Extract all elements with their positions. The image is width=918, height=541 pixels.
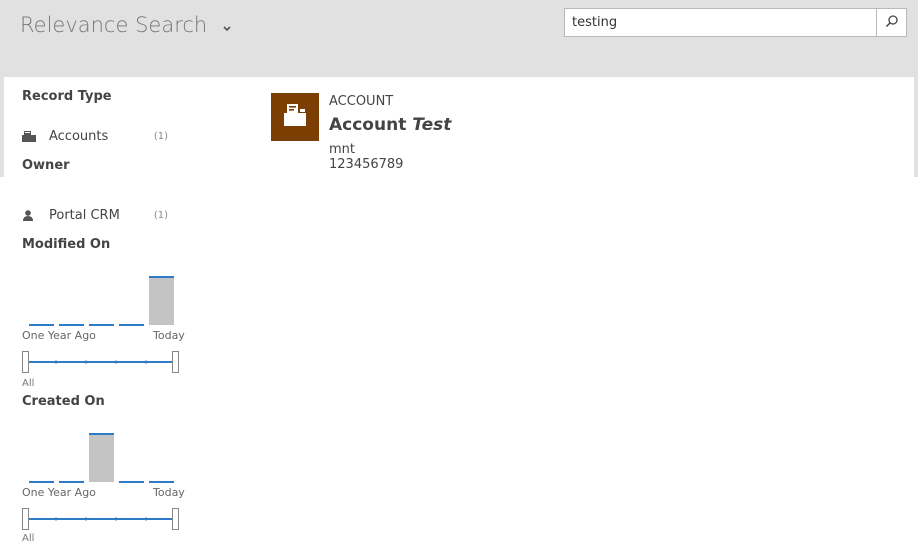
page-title[interactable]: Relevance Search <box>20 13 232 38</box>
facet-item-portal-crm[interactable]: Portal CRM (1) <box>22 208 172 226</box>
created-on-left-label: One Year Ago <box>22 486 96 499</box>
result-field: mnt <box>329 142 355 157</box>
result-name-prefix: Account <box>329 115 407 135</box>
histogram-bar-cap <box>149 276 174 278</box>
account-icon <box>283 103 307 131</box>
slider-handle-end[interactable] <box>172 508 179 530</box>
facet-item-label: Accounts <box>49 129 109 144</box>
user-icon <box>22 210 34 225</box>
header-edge-right <box>914 77 918 177</box>
modified-on-right-label: Today <box>153 329 185 342</box>
chevron-down-icon[interactable] <box>222 14 232 38</box>
created-on-range-slider[interactable] <box>22 508 182 530</box>
facet-heading-record-type: Record Type <box>22 89 112 104</box>
header-edge-left <box>0 77 4 177</box>
histogram-bar-cap <box>29 324 54 326</box>
slider-handle-start[interactable] <box>22 351 29 373</box>
facet-heading-created-on: Created On <box>22 394 105 409</box>
histogram-bar-cap <box>149 481 174 483</box>
search-button[interactable] <box>876 8 907 37</box>
result-type: ACCOUNT <box>329 94 394 109</box>
histogram-bar[interactable] <box>89 434 114 482</box>
search-icon <box>885 13 899 32</box>
result-field: 123456789 <box>329 157 404 172</box>
slider-handle-start[interactable] <box>22 508 29 530</box>
histogram-bar[interactable] <box>149 277 174 325</box>
slider-tick <box>114 517 118 521</box>
facet-item-label: Portal CRM <box>49 208 120 223</box>
facet-item-accounts[interactable]: Accounts (1) <box>22 129 172 147</box>
histogram-bar-cap <box>119 324 144 326</box>
histogram-bar-cap <box>59 481 84 483</box>
histogram-bar-cap <box>119 481 144 483</box>
histogram-bar-cap <box>89 324 114 326</box>
slider-tick <box>144 360 148 364</box>
account-icon <box>22 131 36 146</box>
slider-tick <box>54 360 58 364</box>
slider-handle-end[interactable] <box>172 351 179 373</box>
modified-on-range-label: All <box>22 378 35 389</box>
slider-tick <box>144 517 148 521</box>
search-input[interactable] <box>564 8 877 37</box>
created-on-histogram[interactable] <box>22 431 182 483</box>
modified-on-range-slider[interactable] <box>22 351 182 373</box>
modified-on-left-label: One Year Ago <box>22 329 96 342</box>
facet-heading-modified-on: Modified On <box>22 237 111 252</box>
facet-item-count: (1) <box>153 131 168 142</box>
facet-heading-owner: Owner <box>22 158 70 173</box>
created-on-right-label: Today <box>153 486 185 499</box>
slider-tick <box>114 360 118 364</box>
slider-tick <box>84 517 88 521</box>
result-tile <box>271 93 319 141</box>
page-title-text: Relevance Search <box>20 13 208 37</box>
slider-tick <box>84 360 88 364</box>
result-name[interactable]: Account Test <box>329 115 451 135</box>
histogram-bar-cap <box>89 433 114 435</box>
created-on-range-label: All <box>22 533 35 541</box>
search-result-item[interactable]: ACCOUNT Account Test mnt 123456789 <box>271 93 691 183</box>
facet-item-count: (1) <box>153 210 168 221</box>
slider-tick <box>54 517 58 521</box>
result-name-highlight: Test <box>412 115 452 135</box>
histogram-bar-cap <box>59 324 84 326</box>
modified-on-histogram[interactable] <box>22 274 182 326</box>
histogram-bar-cap <box>29 481 54 483</box>
